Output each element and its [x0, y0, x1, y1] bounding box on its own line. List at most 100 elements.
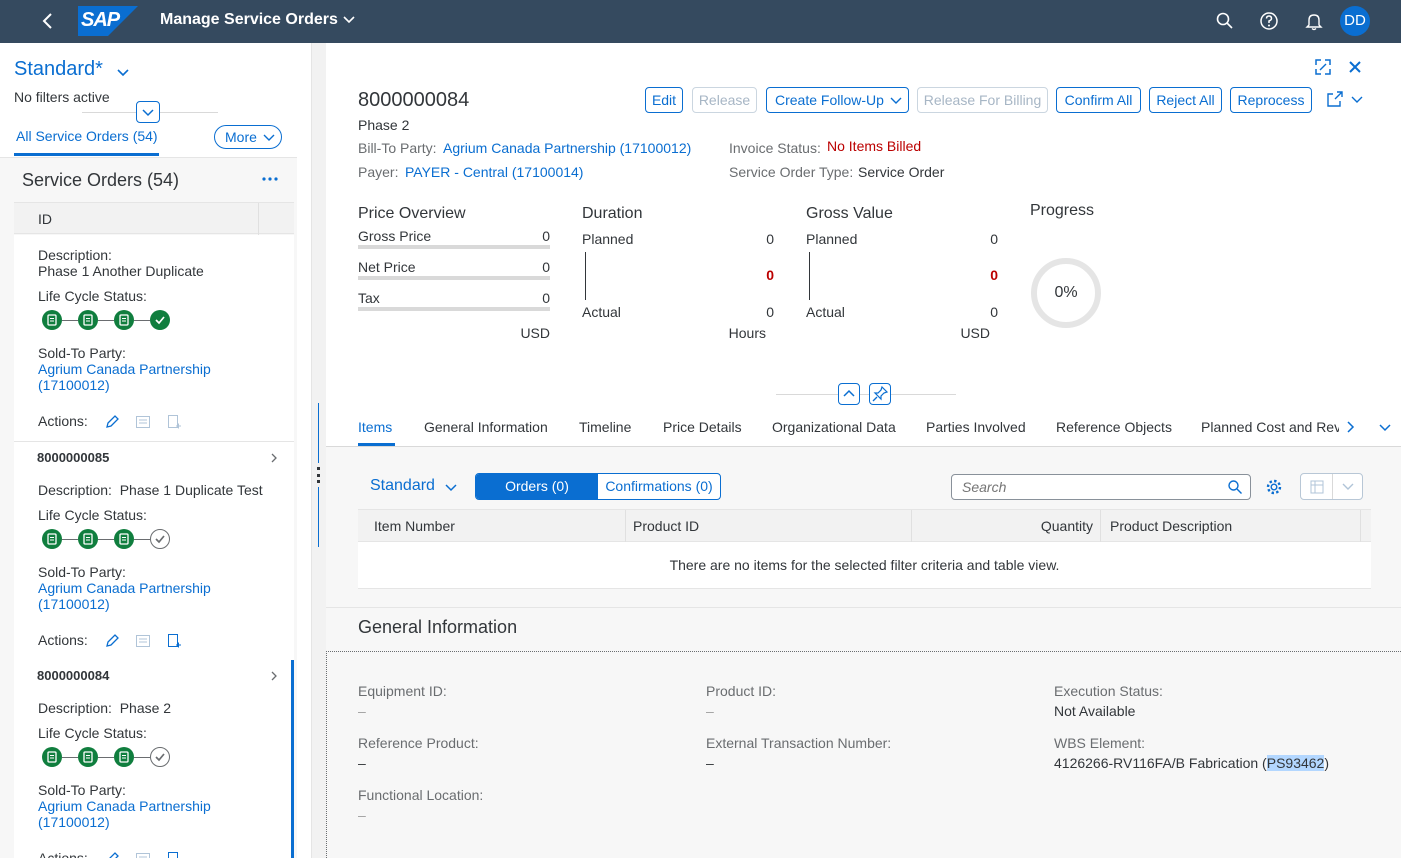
tab-reference-objects[interactable]: Reference Objects — [1056, 419, 1172, 435]
splitter-bar-bottom — [318, 487, 319, 547]
status-connector — [98, 757, 114, 758]
confirm-all-button[interactable]: Confirm All — [1056, 87, 1141, 113]
document-add-icon[interactable] — [166, 851, 182, 858]
list-item[interactable]: 8000000085 Description: Phase 1 Duplicat… — [14, 442, 294, 661]
reject-all-button[interactable]: Reject All — [1149, 87, 1222, 113]
pencil-icon[interactable] — [104, 633, 120, 649]
column-quantity[interactable]: Quantity — [913, 518, 1093, 534]
chevron-down-icon[interactable] — [116, 67, 130, 79]
tab-items[interactable]: Items — [358, 419, 392, 435]
pencil-icon[interactable] — [104, 851, 120, 858]
functional-location-label: Functional Location: — [358, 787, 484, 803]
reference-product-value: – — [358, 755, 366, 771]
list-item[interactable]: Description: Phase 1 Another Duplicate L… — [14, 235, 294, 442]
chevron-right-icon[interactable] — [269, 452, 279, 464]
gear-icon[interactable] — [1265, 478, 1283, 496]
items-variant[interactable]: Standard — [370, 477, 435, 495]
order-subtitle: Phase 2 — [358, 117, 410, 133]
status-connector — [134, 320, 150, 321]
tab-organizational-data[interactable]: Organizational Data — [772, 419, 896, 435]
spreadsheet-icon — [1310, 480, 1324, 494]
export-menu-button[interactable] — [1300, 473, 1363, 500]
overflow-icon[interactable] — [261, 176, 279, 182]
list-column-header: ID — [14, 202, 294, 235]
release-button[interactable]: Release — [692, 87, 757, 113]
search-icon[interactable] — [1215, 11, 1235, 31]
duration-planned-value: 0 — [766, 231, 774, 247]
document-add-icon[interactable] — [166, 633, 182, 649]
description-label: Description: Phase 1 Duplicate Test — [38, 482, 263, 498]
sold-to-link[interactable]: Agrium Canada Partnership (17100012) — [38, 361, 258, 393]
variant-title[interactable]: Standard* — [14, 58, 103, 81]
back-icon[interactable] — [40, 12, 58, 30]
create-follow-up-button[interactable]: Create Follow-Up — [766, 87, 909, 113]
avatar[interactable]: DD — [1340, 6, 1370, 36]
shell-bar: SAP Manage Service Orders DD — [0, 0, 1401, 43]
tab-parties-involved[interactable]: Parties Involved — [926, 419, 1026, 435]
form-icon — [136, 635, 150, 647]
collapse-header-button[interactable] — [136, 101, 160, 123]
splitter-grip[interactable] — [317, 467, 320, 483]
bell-icon[interactable] — [1304, 11, 1324, 31]
item-id: 8000000084 — [37, 668, 110, 683]
column-product-description[interactable]: Product Description — [1110, 518, 1232, 534]
chevron-down-icon — [263, 134, 275, 141]
document-add-icon — [168, 415, 181, 429]
column-item-number[interactable]: Item Number — [374, 518, 455, 534]
tab-planned-cost[interactable]: Planned Cost and Rev — [1201, 419, 1339, 435]
functional-location-value: – — [358, 807, 366, 823]
chevron-down-icon[interactable] — [1378, 422, 1392, 434]
chevron-right-icon[interactable] — [1344, 420, 1356, 434]
chevron-down-icon[interactable] — [1351, 95, 1363, 105]
list-item-selected[interactable]: 8000000084 Description: Phase 2 Life Cyc… — [14, 660, 294, 858]
sold-to-link[interactable]: Agrium Canada Partnership (17100012) — [38, 580, 258, 612]
chevron-down-icon[interactable] — [342, 13, 356, 27]
price-unit: USD — [520, 325, 550, 341]
general-information-header: General Information — [326, 607, 1401, 651]
chevron-right-icon[interactable] — [269, 670, 279, 682]
tab-price-details[interactable]: Price Details — [663, 419, 742, 435]
tab-general-information[interactable]: General Information — [424, 419, 548, 435]
bill-to-link[interactable]: Agrium Canada Partnership (17100012) — [443, 140, 691, 156]
gross-unit: USD — [960, 325, 990, 341]
payer-link[interactable]: PAYER - Central (17100014) — [405, 164, 583, 180]
pencil-icon[interactable] — [104, 414, 120, 430]
invoice-status-value: No Items Billed — [827, 138, 922, 154]
release-for-billing-button[interactable]: Release For Billing — [917, 87, 1048, 113]
collapse-header-button[interactable] — [838, 383, 860, 405]
general-information-title: General Information — [358, 617, 518, 637]
object-page: 8000000084 Phase 2 Edit Release Create F… — [326, 43, 1401, 858]
tab-planned-cost-clip: Planned Cost and Rev — [1201, 405, 1339, 446]
search-input[interactable] — [952, 475, 1222, 499]
column-separator — [911, 510, 912, 543]
service-order-type-label: Service Order Type: — [729, 164, 854, 180]
column-id[interactable]: ID — [38, 211, 52, 227]
reprocess-button[interactable]: Reprocess — [1230, 87, 1312, 113]
tab-timeline[interactable]: Timeline — [579, 419, 631, 435]
form-icon — [136, 853, 150, 858]
more-button[interactable]: More — [214, 125, 282, 149]
close-icon[interactable] — [1347, 59, 1363, 75]
tab-all-service-orders[interactable]: All Service Orders (54) — [16, 128, 158, 144]
segment-orders[interactable]: Orders (0) — [476, 474, 598, 499]
fullscreen-icon[interactable] — [1314, 58, 1332, 76]
help-icon[interactable] — [1259, 11, 1279, 31]
orders-confirmations-toggle: Orders (0) Confirmations (0) — [475, 473, 721, 500]
sap-logo[interactable]: SAP — [78, 6, 138, 36]
create-follow-up-label: Create Follow-Up — [775, 92, 884, 108]
column-product-id[interactable]: Product ID — [633, 518, 699, 534]
app-title[interactable]: Manage Service Orders — [160, 11, 338, 29]
sold-to-link[interactable]: Agrium Canada Partnership (17100012) — [38, 798, 258, 830]
edit-button[interactable]: Edit — [645, 87, 683, 113]
status-step-done-icon — [42, 747, 62, 767]
chevron-up-icon — [843, 389, 855, 397]
status-connector — [134, 539, 150, 540]
wbs-highlight: PS93462 — [1266, 755, 1325, 771]
segment-confirmations[interactable]: Confirmations (0) — [598, 474, 720, 499]
pin-header-button[interactable] — [869, 383, 891, 405]
panel-splitter[interactable] — [311, 43, 326, 858]
chevron-down-icon[interactable] — [444, 482, 458, 494]
share-icon[interactable] — [1326, 90, 1344, 108]
status-complete-icon — [150, 310, 170, 330]
search-icon[interactable] — [1227, 479, 1243, 495]
